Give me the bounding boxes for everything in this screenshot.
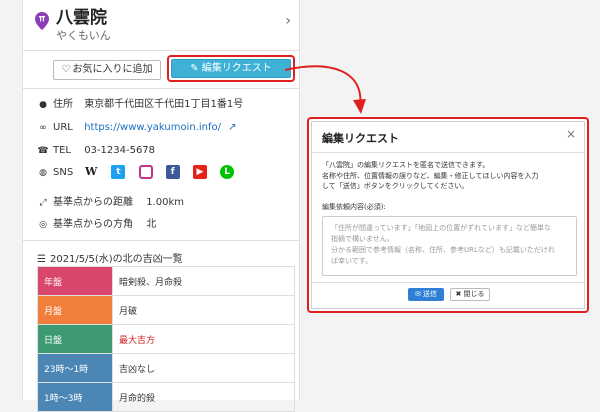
place-name: 八雲院 bbox=[56, 8, 107, 28]
divider bbox=[23, 240, 299, 241]
edit-request-button[interactable]: ✎ 編集リクエスト bbox=[171, 59, 291, 78]
tel-row: ☎ TEL 03-1234-5678 bbox=[37, 144, 155, 158]
modal-title: 編集リクエスト bbox=[322, 132, 399, 145]
placeholder-line: ば幸いです。 bbox=[331, 257, 373, 265]
address-row: ● 住所 東京都千代田区千代田1丁目1番1号 bbox=[37, 98, 243, 112]
divider bbox=[312, 152, 584, 153]
url-row: ∞ URL https://www.yakumoin.info/ ↗ bbox=[37, 121, 236, 135]
close-small-icon: ✖ bbox=[455, 290, 462, 298]
placeholder-line: 指摘で構いません。 bbox=[331, 235, 394, 243]
fortune-table: 年盤 暗剣殺、月命殺 月盤 月破 日盤 最大吉方 23時〜1時 吉凶なし 1時〜… bbox=[37, 266, 295, 412]
table-row: 月盤 月破 bbox=[37, 295, 295, 325]
description-line: して「送信」ボタンをクリックしてください。 bbox=[322, 182, 469, 190]
temple-pin-icon bbox=[35, 12, 49, 30]
send-button[interactable]: ✉ 送信 bbox=[408, 288, 444, 301]
table-row: 年盤 暗剣殺、月命殺 bbox=[37, 266, 295, 296]
fortune-value: 月破 bbox=[112, 295, 295, 325]
description-line: 「八雲院」の編集リクエストを匿名で送信できます。 bbox=[322, 161, 490, 169]
table-row: 23時〜1時 吉凶なし bbox=[37, 353, 295, 383]
address-value: 東京都千代田区千代田1丁目1番1号 bbox=[84, 99, 244, 110]
map-marker-icon: ● bbox=[39, 100, 47, 110]
send-label: 送信 bbox=[423, 290, 438, 298]
add-favorite-button[interactable]: ♡ お気に入りに追加 bbox=[53, 60, 161, 80]
edit-request-label: 編集リクエスト bbox=[201, 63, 272, 74]
resize-arrow-icon: ⤢ bbox=[39, 198, 47, 208]
edit-request-textarea[interactable]: 「住所が間違っています」「地図上の位置がずれています」など簡単な 指摘で構いませ… bbox=[322, 216, 577, 276]
close-icon[interactable]: × bbox=[566, 127, 576, 141]
fortune-title-text: 2021/5/5(水)の北の吉凶一覧 bbox=[49, 254, 183, 265]
edit-request-modal: 編集リクエスト × 「八雲院」の編集リクエストを匿名で送信できます。 名称や住所… bbox=[311, 121, 585, 309]
direction-label: 基準点からの方角 bbox=[53, 219, 133, 230]
phone-icon: ☎ bbox=[37, 146, 49, 156]
website-link[interactable]: https://www.yakumoin.info/ bbox=[84, 122, 221, 133]
placeholder-line: 「住所が間違っています」「地図上の位置がずれています」など簡単な bbox=[331, 224, 551, 232]
fortune-value: 吉凶なし bbox=[112, 353, 295, 383]
fortune-key: 月盤 bbox=[37, 295, 113, 325]
address-label: 住所 bbox=[53, 99, 73, 110]
tel-value: 03-1234-5678 bbox=[84, 145, 156, 156]
add-favorite-label: お気に入りに追加 bbox=[72, 64, 153, 75]
close-label: 閉じる bbox=[463, 290, 485, 298]
divider bbox=[23, 88, 299, 89]
place-reading: やくもいん bbox=[56, 29, 111, 42]
direction-value: 北 bbox=[146, 219, 157, 230]
close-button[interactable]: ✖ 閉じる bbox=[450, 288, 490, 301]
distance-row: ⤢ 基準点からの距離 1.00km bbox=[37, 196, 184, 210]
heart-icon: ♡ bbox=[61, 64, 71, 75]
youtube-icon[interactable]: ▶ bbox=[192, 165, 207, 179]
external-link-icon[interactable]: ↗ bbox=[228, 122, 236, 133]
list-icon: ☰ bbox=[37, 254, 46, 265]
divider bbox=[312, 282, 584, 283]
fortune-value: 月命的殺 bbox=[112, 382, 295, 412]
distance-label: 基準点からの距離 bbox=[53, 197, 133, 208]
fortune-key: 23時〜1時 bbox=[37, 353, 113, 383]
fortune-value: 最大吉方 bbox=[112, 324, 295, 354]
placeholder-line: 分かる範囲で参考情報（名称、住所、参考URLなど）も記載いただけれ bbox=[331, 246, 555, 254]
table-row: 1時〜3時 月命的殺 bbox=[37, 382, 295, 412]
mail-icon: ✉ bbox=[414, 290, 421, 298]
compass-icon: ◎ bbox=[39, 220, 47, 230]
description-line: 名称や住所、位置情報の誤りなど、編集・修正してほしい内容を入力 bbox=[322, 171, 539, 180]
line-icon[interactable]: L bbox=[220, 165, 235, 179]
fortune-value: 暗剣殺、月命殺 bbox=[112, 266, 295, 296]
fortune-list-title: ☰ 2021/5/5(水)の北の吉凶一覧 bbox=[37, 250, 183, 265]
modal-description: 「八雲院」の編集リクエストを匿名で送信できます。 名称や住所、位置情報の誤りなど… bbox=[322, 160, 578, 192]
link-icon: ∞ bbox=[39, 123, 47, 133]
tel-label: TEL bbox=[53, 145, 71, 156]
sns-label: SNS bbox=[53, 167, 74, 178]
fortune-key: 1時〜3時 bbox=[37, 382, 113, 412]
place-detail-panel: 八雲院 やくもいん › ♡ お気に入りに追加 ✎ 編集リクエスト ● 住所 東京都千… bbox=[22, 0, 300, 412]
divider bbox=[23, 50, 299, 51]
facebook-icon[interactable]: f bbox=[165, 165, 180, 179]
pencil-icon: ✎ bbox=[190, 63, 199, 74]
place-header[interactable]: 八雲院 やくもいん › bbox=[23, 0, 299, 50]
url-label: URL bbox=[53, 122, 73, 133]
field-label: 編集依頼内容(必須): bbox=[322, 203, 386, 211]
table-row: 日盤 最大吉方 bbox=[37, 324, 295, 354]
fortune-key: 日盤 bbox=[37, 324, 113, 354]
chevron-right-icon[interactable]: › bbox=[285, 13, 291, 29]
sns-row: ◍ SNS W t f ▶ L bbox=[37, 165, 244, 179]
twitter-icon[interactable]: t bbox=[111, 165, 126, 179]
instagram-icon[interactable] bbox=[138, 165, 153, 179]
globe-icon: ◍ bbox=[39, 168, 47, 178]
fortune-key: 年盤 bbox=[37, 266, 113, 296]
distance-value: 1.00km bbox=[146, 197, 184, 208]
direction-row: ◎ 基準点からの方角 北 bbox=[37, 218, 156, 232]
wikipedia-icon[interactable]: W bbox=[84, 165, 98, 179]
